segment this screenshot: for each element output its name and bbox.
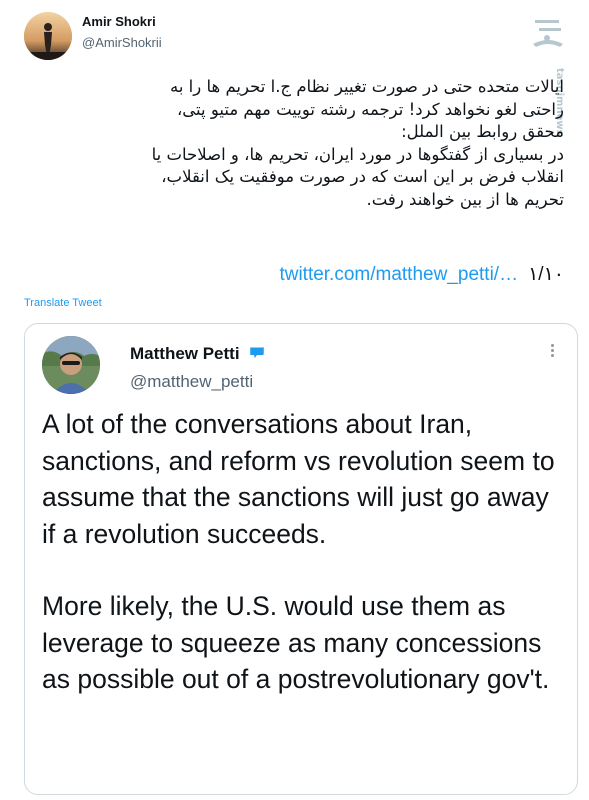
quoted-author-name-text: Matthew Petti <box>130 344 240 363</box>
tweet-line: راحتی لغو نخواهد کرد! ترجمه رشته توییت م… <box>176 99 564 119</box>
translate-tweet-link[interactable]: Translate Tweet <box>24 297 102 309</box>
tweet-line: ایالات متحده حتی در صورت تغییر نظام ج.ا … <box>169 77 564 96</box>
quoted-tweet-card[interactable]: Matthew Petti @matthew_petti A lot of th… <box>24 323 578 795</box>
thread-counter: ۱/۱۰ <box>528 264 564 285</box>
tweet-link[interactable]: twitter.com/matthew_petti/… <box>279 264 518 285</box>
quoted-tweet-text: A lot of the conversations about Iran, s… <box>42 406 562 698</box>
author-handle[interactable]: @AmirShokrii <box>82 35 162 50</box>
profile-photo-image <box>42 336 100 394</box>
thread-link-row: twitter.com/matthew_petti/… ۱/۱۰ <box>279 263 564 286</box>
dot <box>550 354 554 357</box>
quoted-paragraph: A lot of the conversations about Iran, s… <box>42 409 555 549</box>
tweet-line: در بسیاری از گفتگوها در مورد ایران، تحری… <box>151 144 564 164</box>
quoted-author-name[interactable]: Matthew Petti <box>130 343 266 364</box>
more-options-icon[interactable] <box>547 342 557 360</box>
tweet-text: ایالات متحده حتی در صورت تغییر نظام ج.ا … <box>24 76 564 211</box>
author-name[interactable]: Amir Shokri <box>82 14 156 29</box>
verified-badge-icon <box>250 346 265 358</box>
tweet-line: محقق روابط بین الملل: <box>401 122 564 141</box>
quoted-author-handle[interactable]: @matthew_petti <box>130 372 253 392</box>
quoted-paragraph: More likely, the U.S. would use them as … <box>42 591 550 694</box>
tweet-line: انقلاب فرض بر این است که در صورت موفقیت … <box>161 167 564 186</box>
tweet-line: تحریم ها از بین خواهند رفت. <box>366 189 564 209</box>
dot <box>550 349 554 352</box>
author-avatar[interactable] <box>24 12 72 60</box>
quoted-author-avatar[interactable] <box>42 336 100 394</box>
dot <box>550 344 554 347</box>
silhouette-avatar-image <box>24 12 72 60</box>
